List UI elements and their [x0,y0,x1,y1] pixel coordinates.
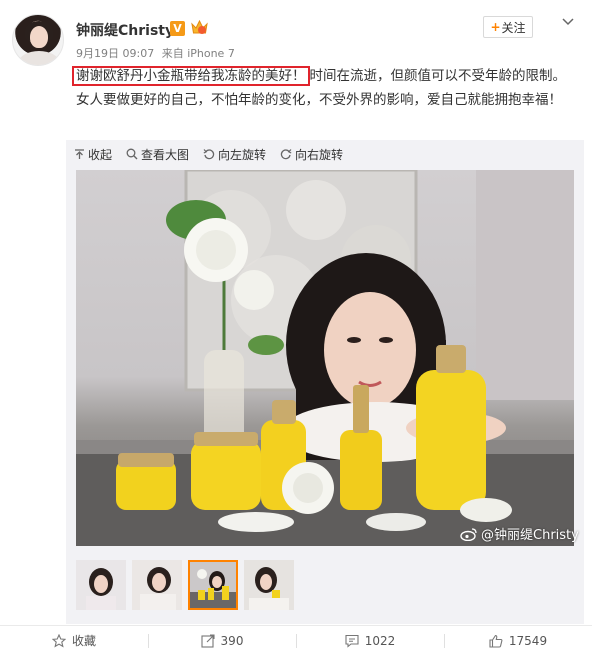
thumbnail-3-selected[interactable] [188,560,238,610]
vip-crown-icon [191,19,208,34]
photo-watermark: @钟丽缇Christy [460,524,579,543]
view-large-button[interactable]: 查看大图 [126,145,189,163]
action-bar: 收藏 390 1022 17549 [0,625,592,655]
follow-label: 关注 [501,20,526,35]
media-toolbar: 收起 查看大图 向左旋转 向右旋转 [74,145,357,163]
post-meta: 9月19日 09:07 来自 iPhone 7 [76,45,235,61]
comment-count: 1022 [364,633,396,648]
avatar[interactable] [12,14,64,66]
post-timestamp[interactable]: 9月19日 09:07 [76,47,154,60]
thumbs-up-icon [489,634,503,648]
star-icon [51,633,66,648]
post-photo[interactable] [76,170,574,546]
thumbnail-2[interactable] [132,560,182,610]
highlighted-text: 谢谢欧舒丹小金瓶带给我冻龄的美好！ [72,66,310,86]
rotate-right-button[interactable]: 向右旋转 [280,145,343,163]
thumbnail-strip [76,560,294,610]
photo-illustration [76,170,574,546]
repost-icon [200,633,215,648]
post-text: 谢谢欧舒丹小金瓶带给我冻龄的美好！ 时间在流逝，但颜值可以不受年龄的限制。女人要做… [72,64,576,112]
username[interactable]: 钟丽缇Christy [76,20,174,40]
follow-button[interactable]: + 关注 [483,16,533,38]
chevron-down-icon[interactable] [561,16,575,28]
watermark-text: @钟丽缇Christy [481,528,579,543]
thumbnail-1[interactable] [76,560,126,610]
like-count: 17549 [508,633,548,648]
rotate-left-label: 向左旋转 [218,147,267,162]
repost-count: 390 [220,633,244,648]
view-large-label: 查看大图 [141,147,190,162]
weibo-logo-icon [460,527,477,541]
plus-icon: + [490,20,501,34]
comment-button[interactable]: 1022 [296,626,444,655]
collapse-label: 收起 [88,147,113,162]
verified-badge-icon: V [170,21,185,36]
weibo-post-card: 钟丽缇Christy V 9月19日 09:07 来自 iPhone 7 + 关… [0,0,592,655]
rotate-right-label: 向右旋转 [295,147,344,162]
repost-button[interactable]: 390 [148,626,296,655]
rotate-left-button[interactable]: 向左旋转 [203,145,266,163]
post-source: 来自 iPhone 7 [161,47,235,60]
collapse-icon [75,149,84,159]
like-button[interactable]: 17549 [444,626,592,655]
rotate-left-icon [203,149,215,160]
magnifier-icon [126,148,138,160]
favorite-button[interactable]: 收藏 [0,626,148,655]
thumbnail-4[interactable] [244,560,294,610]
comment-icon [345,634,359,648]
favorite-label: 收藏 [71,634,96,648]
collapse-button[interactable]: 收起 [74,145,112,163]
rotate-right-icon [280,149,292,160]
